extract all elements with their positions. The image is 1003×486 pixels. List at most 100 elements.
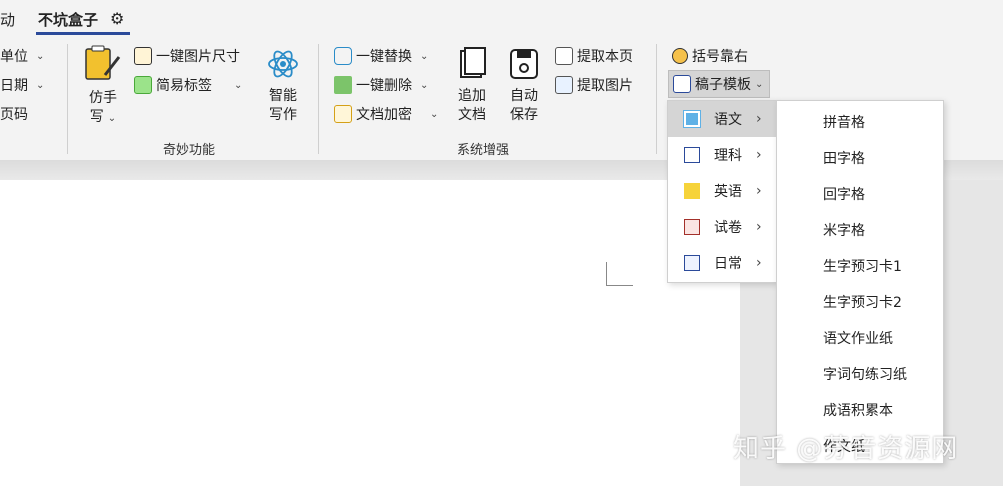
chevron-down-icon: ⌄ [36, 50, 45, 62]
chevron-down-icon: ⌄ [420, 79, 429, 91]
tab-bukeng-box[interactable]: 不坑盒子 [38, 9, 98, 30]
separator [656, 44, 657, 154]
template-category-menu: 语文 › 理科 › 英语 › 试卷 › 日常 › [667, 100, 777, 283]
auto-save-label-2: 保存 [510, 107, 538, 123]
date-button[interactable]: 日期 ⌄ [0, 75, 44, 95]
lock-icon [334, 105, 352, 123]
menu-item-label: 试卷 [714, 220, 742, 236]
chevron-down-icon: ⌄ [420, 50, 429, 62]
submenu-item[interactable]: 成语积累本 [823, 400, 893, 420]
template-button[interactable]: 稿子模板 ⌄ [668, 70, 771, 98]
save-icon [510, 49, 538, 79]
image-size-label: 一键图片尺寸 [156, 49, 240, 65]
menu-item-english[interactable]: 英语 › [668, 173, 776, 209]
clipboard-icon [684, 255, 700, 271]
encrypt-button[interactable]: 文档加密 ⌄ [334, 104, 438, 124]
submenu-item[interactable]: 田字格 [823, 148, 865, 168]
trash-icon [334, 76, 352, 94]
page-corner-mark [606, 262, 633, 286]
replace-button[interactable]: 一键替换 ⌄ [334, 46, 428, 66]
grid-icon [683, 110, 701, 128]
submenu-item[interactable]: 语文作业纸 [823, 328, 893, 348]
template-icon [673, 75, 691, 93]
page-number-label: 页码 [0, 107, 28, 123]
tag-icon [134, 76, 152, 94]
extract-image-label: 提取图片 [577, 78, 633, 94]
menu-item-label: 日常 [714, 256, 742, 272]
chevron-right-icon: › [756, 183, 762, 199]
chevron-down-icon: ⌄ [36, 79, 45, 91]
simple-tag-button[interactable]: 简易标签 ⌄ [134, 75, 242, 95]
submenu-item[interactable]: 生字预习卡2 [823, 292, 902, 312]
delete-label: 一键删除 [356, 78, 412, 94]
handwriting-icon [85, 45, 121, 80]
smart-write-button[interactable]: 智能 写作 [263, 47, 303, 125]
chevron-right-icon: › [756, 255, 762, 271]
scroll-icon [684, 219, 700, 235]
menu-item-label: 英语 [714, 184, 742, 200]
submenu-item[interactable]: 生字预习卡1 [823, 256, 902, 276]
smart-write-label-2: 写作 [269, 107, 297, 123]
delete-button[interactable]: 一键删除 ⌄ [334, 75, 428, 95]
menu-item-label: 语文 [714, 112, 742, 128]
bracket-label: 括号靠右 [692, 49, 748, 65]
append-doc-label-1: 追加 [458, 88, 486, 104]
extract-page-label: 提取本页 [577, 49, 633, 65]
atom-icon [268, 50, 298, 78]
replace-label: 一键替换 [356, 49, 412, 65]
submenu-item[interactable]: 米字格 [823, 220, 865, 240]
imitate-write-label-1: 仿手 [89, 90, 117, 106]
simple-tag-label: 简易标签 [156, 78, 212, 94]
bracket-icon [672, 48, 688, 64]
chevron-right-icon: › [756, 219, 762, 235]
auto-save-label-1: 自动 [510, 88, 538, 104]
template-label: 稿子模板 [695, 77, 751, 93]
table-icon [684, 147, 700, 163]
menu-item-chinese[interactable]: 语文 › [668, 101, 776, 137]
group-label-system: 系统增强 [457, 143, 510, 158]
page-icon [555, 47, 573, 65]
document-page[interactable] [0, 180, 740, 486]
chevron-right-icon: › [756, 147, 762, 163]
chevron-down-icon: ⌄ [107, 113, 117, 124]
submenu-item[interactable]: 拼音格 [823, 112, 865, 132]
watermark: 知乎 @芬音资源网 [733, 434, 959, 464]
tab-partial[interactable]: 动 [0, 9, 15, 30]
extract-image-button[interactable]: 提取图片 [555, 75, 633, 95]
image-size-button[interactable]: 一键图片尺寸 [134, 46, 240, 66]
page-number-button[interactable]: 页码 [0, 104, 28, 124]
auto-save-button[interactable]: 自动 保存 [504, 47, 544, 125]
chevron-down-icon: ⌄ [430, 108, 439, 120]
menu-item-label: 理科 [714, 148, 742, 164]
unit-button[interactable]: 单位 ⌄ [0, 46, 44, 66]
bracket-right-button[interactable]: 括号靠右 [672, 46, 748, 66]
imitate-write-button[interactable]: 仿手 写 ⌄ [83, 45, 123, 128]
menu-item-exam[interactable]: 试卷 › [668, 209, 776, 245]
submenu-item[interactable]: 字词句练习纸 [823, 364, 907, 384]
chevron-down-icon: ⌄ [755, 78, 764, 90]
replace-icon [334, 47, 352, 65]
document-append-icon [460, 47, 486, 78]
chevron-right-icon: › [756, 111, 762, 127]
separator [67, 44, 68, 154]
extract-page-button[interactable]: 提取本页 [555, 46, 633, 66]
group-label-magic: 奇妙功能 [163, 143, 216, 158]
encrypt-label: 文档加密 [356, 107, 412, 123]
submenu-item[interactable]: 回字格 [823, 184, 865, 204]
separator [318, 44, 319, 154]
menu-item-daily[interactable]: 日常 › [668, 245, 776, 281]
menu-item-science[interactable]: 理科 › [668, 137, 776, 173]
picture-icon [555, 76, 573, 94]
image-icon [134, 47, 152, 65]
chinese-template-submenu: 拼音格 田字格 回字格 米字格 生字预习卡1 生字预习卡2 语文作业纸 字词句练… [776, 100, 944, 464]
unit-label: 单位 [0, 49, 28, 65]
gear-icon[interactable]: ⚙ [110, 9, 124, 28]
active-tab-underline [36, 32, 130, 35]
append-doc-label-2: 文档 [458, 107, 486, 123]
date-label: 日期 [0, 78, 28, 94]
imitate-write-label-2: 写 ⌄ [89, 109, 117, 125]
note-icon [684, 183, 700, 199]
smart-write-label-1: 智能 [269, 88, 297, 104]
chevron-down-icon: ⌄ [234, 79, 243, 91]
append-doc-button[interactable]: 追加 文档 [452, 47, 492, 125]
